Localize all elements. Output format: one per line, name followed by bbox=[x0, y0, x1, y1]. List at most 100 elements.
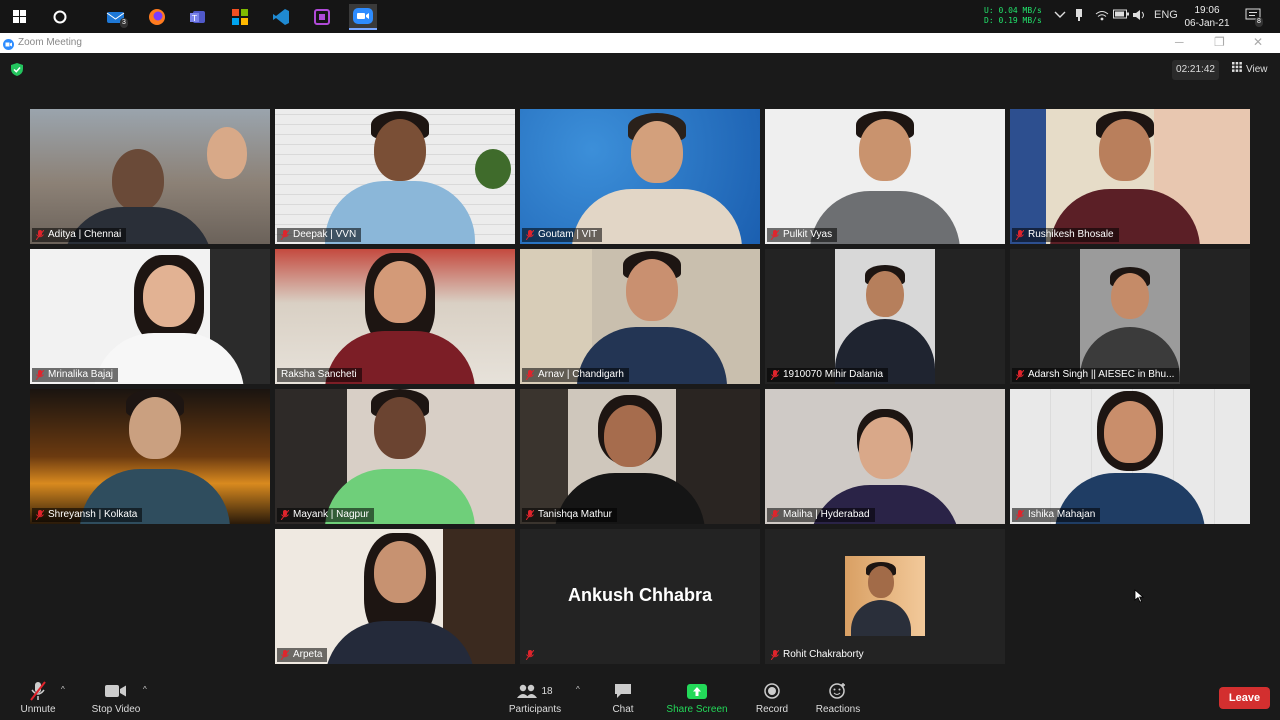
record-button[interactable]: Record bbox=[750, 681, 794, 717]
chevron-up-icon[interactable] bbox=[1054, 9, 1066, 22]
video-tile[interactable]: Arpeta bbox=[275, 529, 515, 664]
svg-text:T: T bbox=[191, 14, 197, 23]
participants-options-caret-icon[interactable]: ^ bbox=[576, 685, 580, 694]
participant-name: Tanishqa Mathur bbox=[538, 509, 612, 520]
view-label: View bbox=[1246, 64, 1268, 75]
notification-badge: 8 bbox=[1255, 17, 1263, 27]
grid-icon bbox=[1232, 60, 1242, 80]
video-feed bbox=[1080, 249, 1180, 384]
audio-options-caret-icon[interactable]: ^ bbox=[61, 685, 65, 694]
muted-mic-icon bbox=[525, 509, 535, 521]
participant-name: Deepak | VVN bbox=[293, 229, 357, 240]
reactions-button[interactable]: Reactions bbox=[812, 681, 864, 717]
video-feed bbox=[835, 249, 935, 384]
profile-picture bbox=[845, 556, 925, 636]
video-tile[interactable]: Adarsh Singh || AIESEC in Bhu... bbox=[1010, 249, 1250, 384]
teams-icon[interactable]: T bbox=[184, 4, 212, 30]
chat-button[interactable]: Chat bbox=[604, 681, 642, 717]
muted-mic-icon bbox=[770, 369, 780, 381]
participant-nameplate: Rohit Chakraborty bbox=[767, 648, 869, 662]
mail-icon[interactable]: 3 bbox=[102, 4, 130, 30]
muted-mic-icon bbox=[280, 229, 290, 241]
video-tile[interactable]: Pulkit Vyas bbox=[765, 109, 1005, 244]
record-icon bbox=[750, 681, 794, 701]
app-icon[interactable] bbox=[308, 4, 336, 30]
video-tile[interactable]: Maliha | Hyderabad bbox=[765, 389, 1005, 524]
record-label: Record bbox=[755, 704, 789, 715]
store-icon[interactable] bbox=[226, 4, 254, 30]
muted-mic-icon bbox=[525, 229, 535, 241]
restore-button[interactable]: ❐ bbox=[1214, 35, 1225, 49]
participant-nameplate: Ishika Mahajan bbox=[1012, 508, 1101, 522]
view-button[interactable]: View bbox=[1232, 60, 1268, 80]
meeting-timer: 02:21:42 bbox=[1172, 60, 1219, 80]
meeting-controls: Unmute ^ Stop Video ^ 18 Participants ^ … bbox=[0, 673, 1280, 720]
participant-name: Maliha | Hyderabad bbox=[783, 509, 870, 520]
windows-taskbar: 3 T U: 0.04 MB/s D: 0.19 MB/s ENG 19:06 … bbox=[0, 0, 1280, 33]
volume-icon[interactable] bbox=[1132, 9, 1146, 24]
wifi-icon[interactable] bbox=[1095, 9, 1109, 24]
unmute-button[interactable]: Unmute bbox=[14, 681, 62, 717]
participant-name: Aditya | Chennai bbox=[48, 229, 122, 240]
battery-icon[interactable] bbox=[1113, 9, 1129, 22]
video-tile[interactable]: Rushikesh Bhosale bbox=[1010, 109, 1250, 244]
video-tile[interactable]: Arnav | Chandigarh bbox=[520, 249, 760, 384]
share-screen-button[interactable]: Share Screen bbox=[664, 681, 730, 717]
video-options-caret-icon[interactable]: ^ bbox=[143, 685, 147, 694]
participant-nameplate: Shreyansh | Kolkata bbox=[32, 508, 143, 522]
video-tile[interactable]: Deepak | VVN bbox=[275, 109, 515, 244]
vscode-icon[interactable] bbox=[267, 4, 295, 30]
participant-name: Ishika Mahajan bbox=[1028, 509, 1096, 520]
language-indicator[interactable]: ENG bbox=[1154, 9, 1178, 21]
stop-video-button[interactable]: Stop Video bbox=[88, 681, 144, 717]
participants-count: 18 bbox=[541, 685, 553, 697]
video-tile[interactable]: Tanishqa Mathur bbox=[520, 389, 760, 524]
participant-name: Mrinalika Bajaj bbox=[48, 369, 114, 380]
participant-nameplate: Adarsh Singh || AIESEC in Bhu... bbox=[1012, 368, 1180, 382]
chat-bubble-icon bbox=[604, 681, 642, 701]
meeting-topbar: 02:21:42 View bbox=[0, 53, 1280, 103]
video-tile[interactable]: Goutam | VIT bbox=[520, 109, 760, 244]
video-tile[interactable]: Mrinalika Bajaj bbox=[30, 249, 270, 384]
video-tile[interactable]: 1910070 Mihir Dalania bbox=[765, 249, 1005, 384]
close-button[interactable]: ✕ bbox=[1253, 35, 1263, 49]
windows-start-icon[interactable] bbox=[6, 4, 34, 30]
video-tile[interactable]: Shreyansh | Kolkata bbox=[30, 389, 270, 524]
participant-name: Adarsh Singh || AIESEC in Bhu... bbox=[1028, 369, 1175, 380]
zoom-taskbar-icon[interactable] bbox=[349, 4, 377, 30]
participant-name: 1910070 Mihir Dalania bbox=[783, 369, 884, 380]
participant-name: Arpeta bbox=[293, 649, 323, 660]
participant-name: Pulkit Vyas bbox=[783, 229, 833, 240]
participant-name: Rushikesh Bhosale bbox=[1028, 229, 1114, 240]
share-screen-label: Share Screen bbox=[666, 704, 728, 715]
muted-mic-icon bbox=[1015, 369, 1025, 381]
video-tile[interactable]: Mayank | Nagpur bbox=[275, 389, 515, 524]
encryption-shield-icon[interactable] bbox=[11, 63, 23, 81]
usb-icon[interactable] bbox=[1075, 9, 1083, 24]
participant-nameplate: Aditya | Chennai bbox=[32, 228, 127, 242]
firefox-icon[interactable] bbox=[143, 4, 171, 30]
video-tile-profile-picture[interactable]: Rohit Chakraborty bbox=[765, 529, 1005, 664]
unmute-label: Unmute bbox=[20, 704, 56, 715]
chat-label: Chat bbox=[612, 704, 634, 715]
leave-button[interactable]: Leave bbox=[1219, 687, 1270, 709]
mail-badge: 3 bbox=[120, 18, 128, 28]
participant-nameplate: Pulkit Vyas bbox=[767, 228, 838, 242]
minimize-button[interactable]: ─ bbox=[1175, 35, 1184, 49]
video-tile-no-video[interactable]: Ankush Chhabra bbox=[520, 529, 760, 664]
search-circle-icon[interactable] bbox=[46, 4, 74, 30]
participant-nameplate: Arpeta bbox=[277, 648, 328, 662]
video-tile[interactable]: Aditya | Chennai bbox=[30, 109, 270, 244]
mouse-cursor-icon bbox=[1134, 589, 1145, 608]
participants-button[interactable]: 18 Participants bbox=[506, 681, 564, 717]
muted-mic-icon bbox=[35, 229, 45, 241]
participant-nameplate: Rushikesh Bhosale bbox=[1012, 228, 1119, 242]
video-tile[interactable]: Ishika Mahajan bbox=[1010, 389, 1250, 524]
muted-microphone-icon bbox=[14, 681, 62, 701]
participant-nameplate: Tanishqa Mathur bbox=[522, 508, 617, 522]
participants-icon-row: 18 bbox=[506, 681, 564, 701]
system-clock[interactable]: 19:06 06-Jan-21 bbox=[1182, 4, 1232, 30]
participant-name: Shreyansh | Kolkata bbox=[48, 509, 138, 520]
notification-icon[interactable]: 8 bbox=[1245, 8, 1263, 27]
video-tile-active-speaker[interactable]: Raksha Sancheti bbox=[275, 249, 515, 384]
